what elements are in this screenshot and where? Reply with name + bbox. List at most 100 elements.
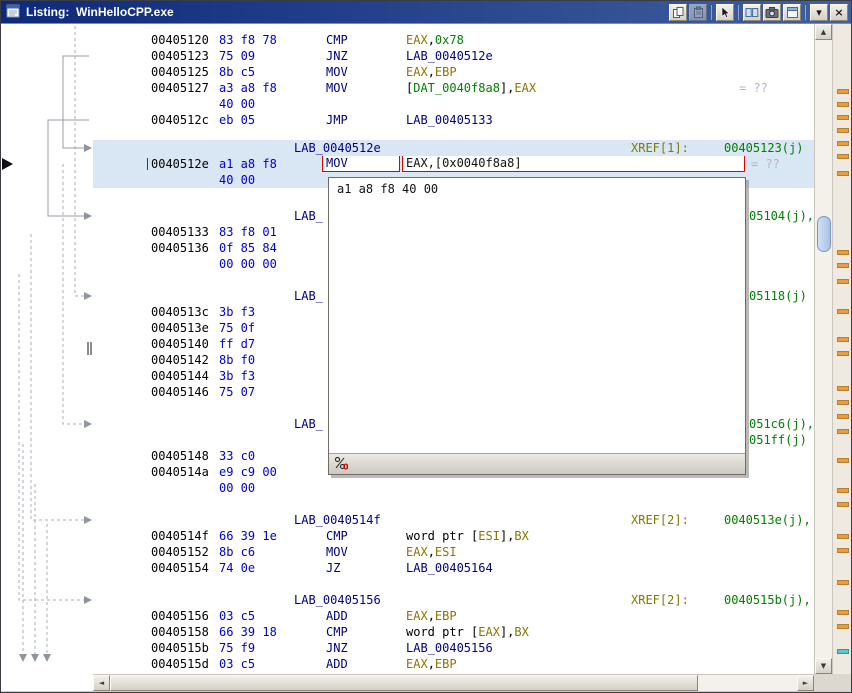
overview-marker[interactable] bbox=[837, 429, 849, 434]
overview-marker[interactable] bbox=[837, 154, 849, 159]
xref-count-cell[interactable]: XREF[2]: bbox=[631, 512, 689, 528]
overview-marker[interactable] bbox=[837, 115, 849, 120]
address-cell[interactable]: 0040512c bbox=[151, 112, 209, 128]
copy-button[interactable] bbox=[669, 4, 687, 21]
bytes-cell[interactable]: 83 f8 78 bbox=[219, 32, 277, 48]
overview-marker[interactable] bbox=[837, 502, 849, 507]
bytes-cell[interactable]: 00 00 00 bbox=[219, 256, 277, 272]
address-cell[interactable]: 0040515d bbox=[151, 656, 209, 672]
bytes-cell[interactable]: 83 f8 01 bbox=[219, 224, 277, 240]
xref-fragment-cell[interactable]: 051c6(j), bbox=[749, 416, 814, 432]
mnemonic-cell[interactable]: ADD bbox=[326, 608, 348, 624]
listing-row[interactable]: 0040512375 09JNZLAB_0040512e bbox=[93, 48, 814, 64]
overview-marker[interactable] bbox=[837, 309, 849, 314]
listing-row[interactable]: 0040515866 39 18CMPword ptr [EAX],BX bbox=[93, 624, 814, 640]
bytes-cell[interactable]: 03 c5 bbox=[219, 608, 255, 624]
label-cell[interactable]: LAB_ bbox=[294, 208, 323, 224]
bytes-cell[interactable]: 75 09 bbox=[219, 48, 255, 64]
label-cell[interactable]: LAB_ bbox=[294, 416, 323, 432]
listing-row[interactable]: LAB_0040512e XREF[1]: 00405123(j) bbox=[93, 140, 814, 156]
bytes-cell[interactable]: 0f 85 84 bbox=[219, 240, 277, 256]
bytes-cell[interactable]: 8b c5 bbox=[219, 64, 255, 80]
xref-fragment-cell[interactable]: 051ff(j) bbox=[749, 432, 807, 448]
listing-row[interactable]: LAB_0040514f XREF[2]: 0040513e(j), bbox=[93, 512, 814, 528]
scroll-left-button[interactable]: ◄ bbox=[93, 675, 110, 691]
value-comment-cell[interactable]: = ?? bbox=[739, 80, 768, 96]
scroll-up-button[interactable]: ▲ bbox=[815, 24, 832, 40]
mnemonic-cell[interactable]: MOV bbox=[326, 544, 348, 560]
xref-cell[interactable]: 0040515b(j), bbox=[724, 592, 811, 608]
mnemonic-cell[interactable]: CMP bbox=[326, 624, 348, 640]
address-cell[interactable]: 00405152 bbox=[151, 544, 209, 560]
overview-marker[interactable] bbox=[837, 128, 849, 133]
operands-cell[interactable]: EAX,EBP bbox=[406, 64, 457, 80]
mnemonic-cell[interactable]: JNZ bbox=[326, 640, 348, 656]
listing-row[interactable]: 0040515474 0eJZLAB_00405164 bbox=[93, 560, 814, 576]
operands-cell[interactable]: LAB_00405164 bbox=[406, 560, 493, 576]
address-cell[interactable]: 00405142 bbox=[151, 352, 209, 368]
address-cell[interactable]: 00405158 bbox=[151, 624, 209, 640]
mnemonic-cell[interactable]: JMP bbox=[326, 112, 348, 128]
label-cell[interactable]: LAB_0040512e bbox=[294, 140, 381, 156]
mnemonic-cell[interactable]: MOV bbox=[326, 80, 348, 96]
address-cell[interactable]: 00405154 bbox=[151, 560, 209, 576]
overview-marker[interactable] bbox=[837, 414, 849, 419]
overview-marker[interactable] bbox=[837, 488, 849, 493]
mnemonic-cell[interactable]: CMP bbox=[326, 528, 348, 544]
xref-count-cell[interactable]: XREF[2]: bbox=[631, 592, 689, 608]
overview-marker[interactable] bbox=[837, 386, 849, 391]
address-cell[interactable]: 0040514f bbox=[151, 528, 209, 544]
address-cell[interactable]: 00405136 bbox=[151, 240, 209, 256]
overview-marker[interactable] bbox=[837, 400, 849, 405]
close-button[interactable]: × bbox=[830, 4, 848, 21]
mnemonic-cell[interactable]: MOV bbox=[326, 64, 348, 80]
xref-count-cell[interactable]: XREF[1]: bbox=[631, 140, 689, 156]
bytes-cell[interactable]: 40 00 bbox=[219, 96, 255, 112]
bytes-cell[interactable]: 03 c5 bbox=[219, 656, 255, 672]
address-cell[interactable]: 00405120 bbox=[151, 32, 209, 48]
label-cell[interactable]: LAB_0040514f bbox=[294, 512, 381, 528]
xref-cell[interactable]: 00405123(j) bbox=[724, 140, 803, 156]
titlebar[interactable]: Listing: WinHelloCPP.exe ▾× bbox=[1, 1, 851, 24]
address-cell[interactable]: 00405133 bbox=[151, 224, 209, 240]
listing-row[interactable]: 0040515d03 c5ADDEAX,EBP bbox=[93, 656, 814, 672]
operands-cell[interactable]: LAB_00405156 bbox=[406, 640, 493, 656]
bytes-cell[interactable]: 74 0e bbox=[219, 560, 255, 576]
operands-cell[interactable]: [DAT_0040f8a8],EAX bbox=[406, 80, 536, 96]
address-cell[interactable]: 00405144 bbox=[151, 368, 209, 384]
address-cell[interactable]: 00405123 bbox=[151, 48, 209, 64]
value-comment-cell[interactable]: = ?? bbox=[751, 156, 780, 172]
operands-cell[interactable]: EAX,EBP bbox=[406, 608, 457, 624]
label-cell[interactable]: LAB_ bbox=[294, 288, 323, 304]
bytes-cell[interactable]: a3 a8 f8 bbox=[219, 80, 277, 96]
xref-fragment-cell[interactable]: 05118(j) bbox=[749, 288, 807, 304]
address-cell[interactable]: 00405125 bbox=[151, 64, 209, 80]
bytes-cell[interactable]: ff d7 bbox=[219, 336, 255, 352]
clone-window-button[interactable] bbox=[783, 4, 801, 21]
mnemonic-cell[interactable]: JNZ bbox=[326, 48, 348, 64]
patch-mnemonic-field[interactable]: MOV bbox=[322, 156, 400, 172]
address-cell[interactable]: 0040514a bbox=[151, 464, 209, 480]
overview-marker[interactable] bbox=[837, 263, 849, 268]
bytes-cell[interactable]: 66 39 18 bbox=[219, 624, 277, 640]
mnemonic-cell[interactable]: ADD bbox=[326, 656, 348, 672]
bytes-cell[interactable]: 00 00 bbox=[219, 480, 255, 496]
address-cell[interactable]: 0040515b bbox=[151, 640, 209, 656]
operands-cell[interactable]: word ptr [ESI],BX bbox=[406, 528, 529, 544]
bytes-cell[interactable]: 33 c0 bbox=[219, 448, 255, 464]
overview-marker[interactable] bbox=[837, 250, 849, 255]
label-cell[interactable]: LAB_00405156 bbox=[294, 592, 381, 608]
xref-cell[interactable]: 0040513e(j), bbox=[724, 512, 811, 528]
bytes-cell[interactable]: 8b f0 bbox=[219, 352, 255, 368]
overview-marker[interactable] bbox=[837, 171, 849, 176]
listing-row[interactable]: 004051528b c6MOVEAX,ESI bbox=[93, 544, 814, 560]
bytes-cell[interactable]: 66 39 1e bbox=[219, 528, 277, 544]
overview-marker-margin[interactable] bbox=[832, 24, 852, 674]
overview-marker[interactable] bbox=[837, 580, 849, 585]
operands-cell[interactable]: EAX,0x78 bbox=[406, 32, 464, 48]
bytes-cell[interactable]: eb 05 bbox=[219, 112, 255, 128]
address-cell[interactable]: 00405127 bbox=[151, 80, 209, 96]
vertical-scrollbar-thumb[interactable] bbox=[817, 216, 831, 252]
scroll-down-button[interactable]: ▼ bbox=[815, 658, 832, 674]
overview-marker[interactable] bbox=[837, 141, 849, 146]
